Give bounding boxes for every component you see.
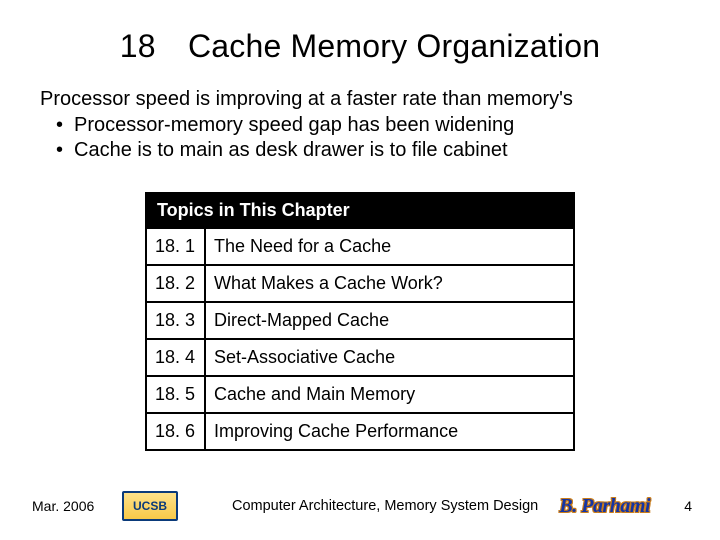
topic-num: 18. 4 <box>147 339 205 376</box>
topics-box: Topics in This Chapter 18. 1 The Need fo… <box>145 192 575 451</box>
table-row: 18. 2 What Makes a Cache Work? <box>147 265 573 302</box>
topic-title: The Need for a Cache <box>205 228 573 265</box>
intro-block: Processor speed is improving at a faster… <box>40 87 680 164</box>
topics-header: Topics in This Chapter <box>147 194 573 227</box>
topic-num: 18. 2 <box>147 265 205 302</box>
table-row: 18. 3 Direct-Mapped Cache <box>147 302 573 339</box>
table-row: 18. 4 Set-Associative Cache <box>147 339 573 376</box>
topic-num: 18. 3 <box>147 302 205 339</box>
footer-date: Mar. 2006 <box>32 498 122 514</box>
topic-title: What Makes a Cache Work? <box>205 265 573 302</box>
slide: 18 Cache Memory Organization Processor s… <box>0 0 720 540</box>
topic-title: Direct-Mapped Cache <box>205 302 573 339</box>
page-title: 18 Cache Memory Organization <box>40 28 680 65</box>
intro-lead: Processor speed is improving at a faster… <box>40 87 680 113</box>
topic-num: 18. 6 <box>147 413 205 449</box>
topics-table: 18. 1 The Need for a Cache 18. 2 What Ma… <box>147 227 573 449</box>
page-number: 4 <box>676 498 692 514</box>
topic-title: Cache and Main Memory <box>205 376 573 413</box>
table-row: 18. 6 Improving Cache Performance <box>147 413 573 449</box>
intro-bullet: Cache is to main as desk drawer is to fi… <box>40 138 680 164</box>
footer-center: Computer Architecture, Memory System Des… <box>232 498 559 514</box>
topic-title: Set-Associative Cache <box>205 339 573 376</box>
topic-num: 18. 1 <box>147 228 205 265</box>
table-row: 18. 5 Cache and Main Memory <box>147 376 573 413</box>
topic-title: Improving Cache Performance <box>205 413 573 449</box>
table-row: 18. 1 The Need for a Cache <box>147 228 573 265</box>
topic-num: 18. 5 <box>147 376 205 413</box>
ucsb-logo-icon: UCSB <box>122 491 178 521</box>
footer: Mar. 2006 UCSB Computer Architecture, Me… <box>0 486 720 526</box>
footer-author: B. Parhami <box>559 495 650 518</box>
intro-bullet: Processor-memory speed gap has been wide… <box>40 113 680 139</box>
